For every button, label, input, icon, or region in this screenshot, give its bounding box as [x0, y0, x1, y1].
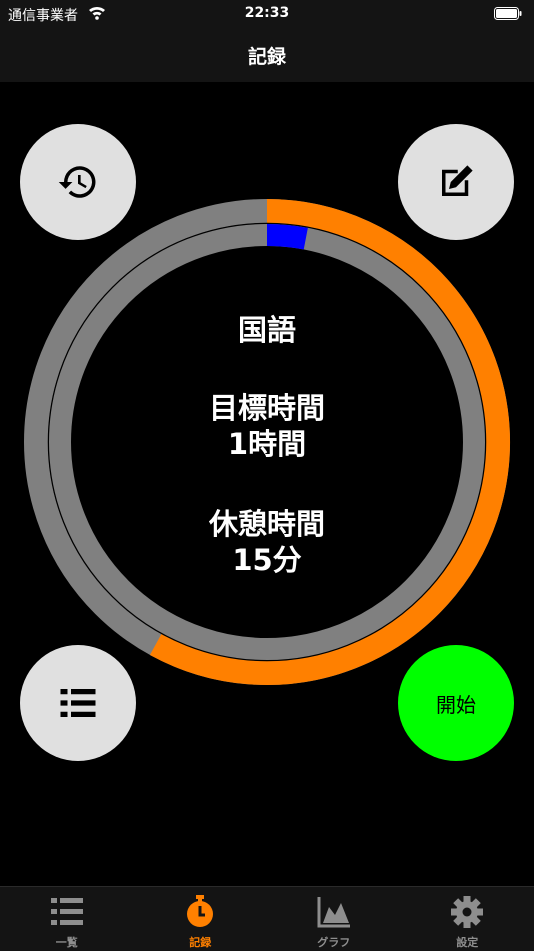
start-button-label: 開始: [436, 689, 476, 718]
tab-list-label: 一覧: [0, 934, 134, 950]
start-button[interactable]: 開始: [398, 645, 514, 761]
goal-time-value: 1時間: [117, 426, 417, 462]
chart-icon: [316, 895, 352, 929]
tab-graph[interactable]: グラフ: [267, 887, 401, 951]
subject-name: 国語: [117, 312, 417, 348]
history-icon: [57, 161, 99, 203]
tab-list[interactable]: 一覧: [0, 887, 134, 951]
tab-bar: 一覧 記録 グラフ: [0, 886, 534, 951]
tab-settings[interactable]: 設定: [401, 887, 534, 951]
inner-ring-progress: [267, 235, 306, 239]
gear-icon: [449, 895, 485, 929]
goal-time-label: 目標時間: [117, 390, 417, 426]
edit-icon: [435, 161, 477, 203]
edit-button[interactable]: [398, 124, 514, 240]
stopwatch-icon: [182, 895, 218, 929]
tab-record-label: 記録: [134, 934, 268, 950]
subject-list-button[interactable]: [20, 645, 136, 761]
tab-settings-label: 設定: [401, 934, 534, 950]
tab-graph-label: グラフ: [267, 934, 401, 950]
break-time-label: 休憩時間: [117, 506, 417, 542]
list-icon: [57, 682, 99, 724]
list-icon: [49, 895, 85, 929]
tab-record[interactable]: 記録: [134, 887, 268, 951]
history-button[interactable]: [20, 124, 136, 240]
break-time-value: 15分: [117, 542, 417, 578]
